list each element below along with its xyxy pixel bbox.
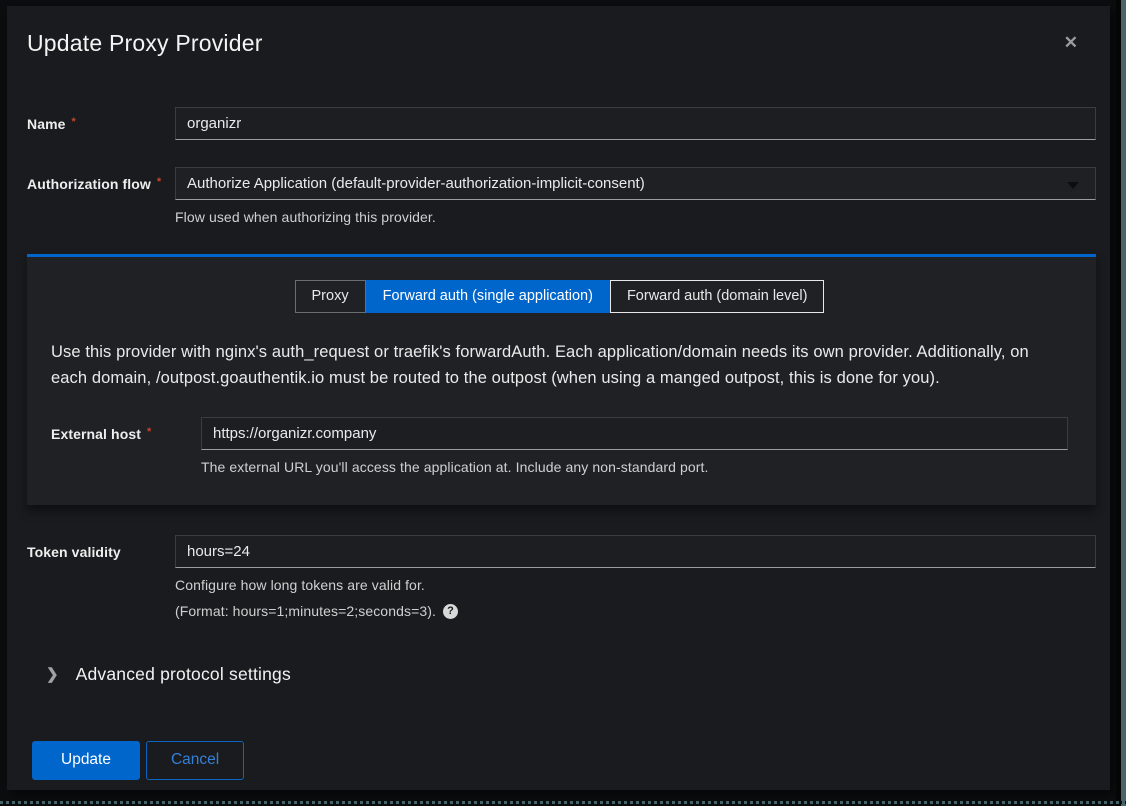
token-validity-help-1: Configure how long tokens are valid for.	[175, 577, 1096, 593]
authorization-flow-label: Authorization flow*	[27, 167, 175, 192]
modal-header: Update Proxy Provider ✕	[27, 30, 1096, 57]
screenshot-edge-right	[1121, 0, 1126, 806]
authorization-flow-help: Flow used when authorizing this provider…	[175, 209, 1096, 225]
token-validity-help-2: (Format: hours=1;minutes=2;seconds=3). ?	[175, 603, 1096, 619]
token-validity-group: Configure how long tokens are valid for.…	[175, 535, 1096, 619]
authorization-flow-field-row: Authorization flow* Authorize Applicatio…	[27, 167, 1096, 225]
chevron-right-icon: ❯	[46, 667, 59, 682]
screenshot-frame: Update Proxy Provider ✕ Name* Authorizat…	[0, 0, 1126, 806]
forward-auth-description: Use this provider with nginx's auth_requ…	[51, 340, 1068, 391]
close-icon[interactable]: ✕	[1064, 34, 1078, 51]
external-host-label: External host*	[51, 417, 201, 442]
proxy-mode-toggle-group: Proxy Forward auth (single application) …	[295, 280, 825, 313]
advanced-protocol-settings-label: Advanced protocol settings	[76, 664, 291, 685]
tab-forward-auth-domain-level[interactable]: Forward auth (domain level)	[610, 280, 825, 313]
authorization-flow-select[interactable]: Authorize Application (default-provider-…	[175, 167, 1096, 200]
advanced-protocol-settings-toggle[interactable]: ❯ Advanced protocol settings	[27, 664, 291, 685]
token-validity-label: Token validity	[27, 535, 175, 560]
update-button[interactable]: Update	[32, 741, 140, 780]
token-validity-field-row: Token validity Configure how long tokens…	[27, 535, 1096, 619]
token-validity-input[interactable]	[175, 535, 1096, 568]
required-asterisk: *	[147, 426, 151, 438]
external-host-help: The external URL you'll access the appli…	[201, 459, 1068, 475]
update-proxy-provider-modal: Update Proxy Provider ✕ Name* Authorizat…	[7, 6, 1110, 790]
authorization-flow-selected-value: Authorize Application (default-provider-…	[187, 175, 645, 192]
help-icon[interactable]: ?	[443, 604, 458, 619]
name-input[interactable]	[175, 107, 1096, 140]
modal-footer: Update Cancel	[27, 741, 1096, 780]
cancel-button[interactable]: Cancel	[146, 741, 244, 780]
name-label: Name*	[27, 107, 175, 132]
authorization-flow-group: Authorize Application (default-provider-…	[175, 167, 1096, 225]
required-asterisk: *	[157, 176, 161, 188]
proxy-mode-card: Proxy Forward auth (single application) …	[27, 254, 1096, 505]
external-host-group: The external URL you'll access the appli…	[201, 417, 1068, 475]
external-host-field-row: External host* The external URL you'll a…	[51, 417, 1068, 475]
external-host-input[interactable]	[201, 417, 1068, 450]
name-field-row: Name*	[27, 107, 1096, 140]
tab-proxy[interactable]: Proxy	[295, 280, 366, 313]
screenshot-edge-bottom	[0, 801, 1126, 804]
required-asterisk: *	[72, 116, 76, 128]
modal-title: Update Proxy Provider	[27, 30, 1096, 57]
chevron-down-icon	[1067, 182, 1079, 189]
tab-forward-auth-single-application[interactable]: Forward auth (single application)	[366, 280, 610, 313]
